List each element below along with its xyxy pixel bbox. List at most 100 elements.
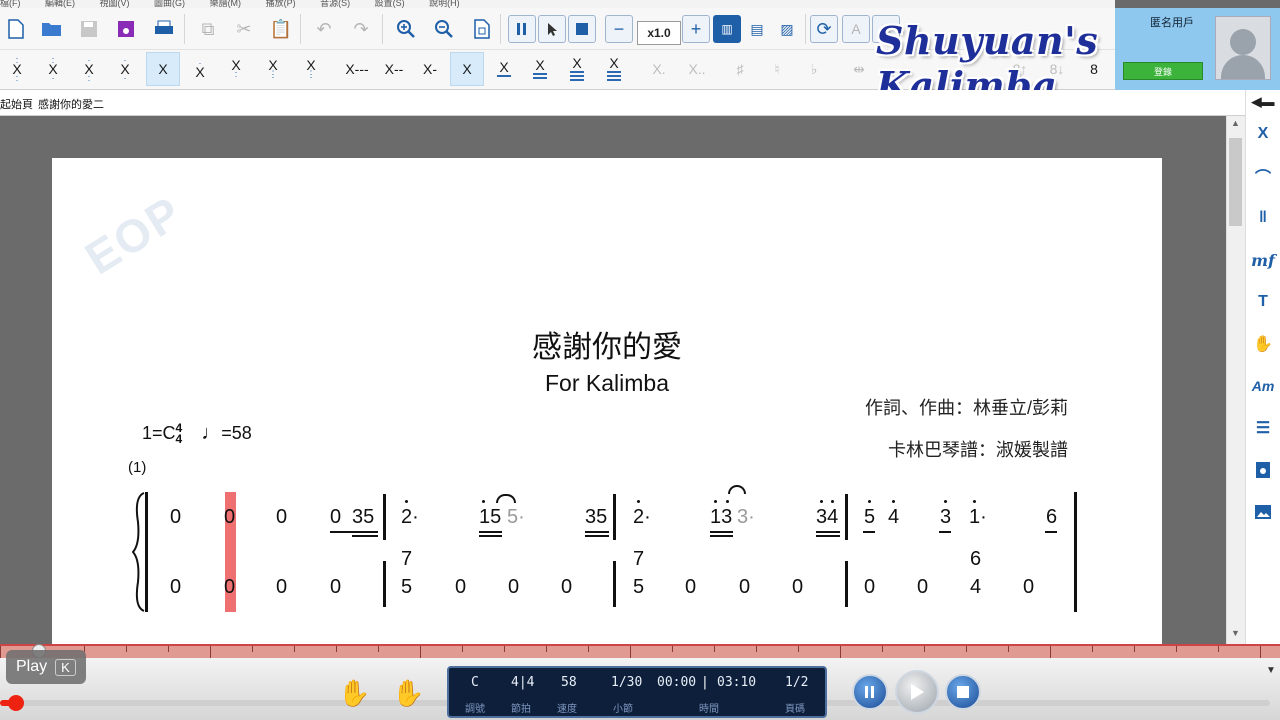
print-icon[interactable] bbox=[150, 15, 178, 43]
note[interactable]: 5 bbox=[633, 576, 644, 599]
note[interactable]: 34 bbox=[816, 506, 838, 529]
half-note-button[interactable]: X- bbox=[413, 52, 447, 86]
fermata-icon[interactable]: ⌒ bbox=[1249, 162, 1277, 190]
note[interactable]: 0 bbox=[508, 576, 519, 599]
note-dots-below2-button[interactable]: X ⋮ bbox=[256, 52, 290, 86]
pause-icon[interactable] bbox=[508, 15, 536, 43]
double-dotted-note-button[interactable]: X.. bbox=[680, 52, 714, 86]
natural-sign-button[interactable]: ♮ bbox=[760, 52, 794, 86]
half-dotted-note-button[interactable]: X-- bbox=[377, 52, 411, 86]
note[interactable]: 0 bbox=[170, 576, 181, 599]
repeat-bar-icon[interactable]: ‖ bbox=[1249, 204, 1277, 232]
note-dots-below3-button[interactable]: X ⋮ bbox=[294, 52, 328, 86]
dropdown-arrow-icon[interactable]: ▼ bbox=[1266, 665, 1276, 676]
play-shortcut-label[interactable]: Play K bbox=[6, 650, 86, 684]
note[interactable]: 7 bbox=[633, 548, 644, 571]
stop-icon[interactable] bbox=[568, 15, 596, 43]
save-icon[interactable] bbox=[75, 15, 103, 43]
open-folder-icon[interactable] bbox=[38, 15, 66, 43]
stop-button[interactable] bbox=[945, 674, 981, 710]
dynamics-icon[interactable]: mf bbox=[1249, 246, 1277, 274]
note[interactable]: 0 bbox=[792, 576, 803, 599]
speed-field[interactable]: x1.0 bbox=[637, 21, 681, 45]
note-x-icon[interactable]: X bbox=[1249, 120, 1277, 148]
collapse-arrow-icon[interactable]: ◀▬ bbox=[1249, 88, 1277, 116]
note-octave-up3-button[interactable]: :X: bbox=[0, 52, 34, 86]
copy-icon[interactable]: ⧉ bbox=[194, 15, 222, 43]
note-octave-up1-button[interactable]: · X: bbox=[72, 52, 106, 86]
rest-tool-button[interactable]: ⇹ bbox=[842, 52, 876, 86]
paste-icon[interactable]: 📋 bbox=[267, 15, 295, 43]
text-tool-icon[interactable]: T bbox=[1249, 288, 1277, 316]
scroll-thumb[interactable] bbox=[1229, 138, 1242, 226]
redo-icon[interactable]: ↷ bbox=[347, 15, 375, 43]
cut-icon[interactable]: ✂ bbox=[230, 15, 258, 43]
timeline-ruler[interactable] bbox=[0, 644, 1280, 658]
note[interactable]: 3· bbox=[737, 506, 755, 529]
eighth-note-button[interactable]: X bbox=[487, 52, 521, 86]
note-dot-below-button[interactable]: X: bbox=[219, 52, 253, 86]
menu-item-view[interactable]: 視圖(V) bbox=[100, 0, 130, 8]
note[interactable]: 0 bbox=[330, 576, 341, 599]
note[interactable]: 15 bbox=[479, 506, 501, 529]
play-cursor-icon[interactable] bbox=[538, 15, 566, 43]
refresh-icon[interactable]: ⟳ bbox=[810, 15, 838, 43]
play-button[interactable] bbox=[895, 670, 939, 714]
flat-button[interactable]: ♭ bbox=[797, 52, 831, 86]
image-icon[interactable] bbox=[1249, 498, 1277, 526]
note[interactable]: 6 bbox=[970, 548, 981, 571]
tab-score[interactable]: 感謝你的愛二 bbox=[38, 96, 104, 112]
note[interactable]: 0 bbox=[276, 576, 287, 599]
chord-icon[interactable]: Am bbox=[1249, 372, 1277, 400]
menu-item-file[interactable]: 檔(F) bbox=[0, 0, 21, 8]
sharp-button[interactable]: ♯ bbox=[723, 52, 757, 86]
note[interactable]: 3 bbox=[940, 506, 951, 529]
lyrics-list-icon[interactable]: ☰ bbox=[1249, 414, 1277, 442]
fit-page-icon[interactable] bbox=[468, 15, 496, 43]
font-a-icon[interactable]: A bbox=[842, 15, 870, 43]
note-dot-above-button[interactable]: · X bbox=[183, 52, 217, 86]
note[interactable]: 13 bbox=[710, 506, 732, 529]
note[interactable]: 1· bbox=[969, 506, 987, 529]
sixtyfourth-note-button[interactable]: X bbox=[597, 52, 631, 86]
menu-item-sound[interactable]: 音源(S) bbox=[320, 0, 350, 8]
note[interactable]: 0 bbox=[917, 576, 928, 599]
note[interactable]: 0 bbox=[224, 576, 235, 599]
thirtysecond-note-button[interactable]: X bbox=[560, 52, 594, 86]
note[interactable]: 6 bbox=[1046, 506, 1057, 529]
note[interactable]: 35 bbox=[585, 506, 607, 529]
note[interactable]: 0 bbox=[330, 506, 341, 529]
note[interactable]: 0 bbox=[276, 506, 287, 529]
menu-item-graph[interactable]: 圖曲(G) bbox=[154, 0, 185, 8]
new-file-icon[interactable] bbox=[2, 15, 30, 43]
whole-note-button[interactable]: X--- bbox=[338, 52, 376, 86]
score-image-icon[interactable]: ▨ bbox=[773, 15, 801, 43]
note[interactable]: 0 bbox=[739, 576, 750, 599]
note[interactable]: 4 bbox=[970, 576, 981, 599]
progress-knob[interactable] bbox=[8, 695, 24, 711]
note[interactable]: 5 bbox=[401, 576, 412, 599]
scroll-up-icon[interactable]: ▲ bbox=[1231, 118, 1240, 128]
note[interactable]: 0 bbox=[864, 576, 875, 599]
note[interactable]: 0 bbox=[170, 506, 181, 529]
note[interactable]: 0 bbox=[685, 576, 696, 599]
note[interactable]: 0 bbox=[1023, 576, 1034, 599]
menu-item-play[interactable]: 播放(P) bbox=[266, 0, 296, 8]
note[interactable]: 35 bbox=[352, 506, 374, 529]
pause-button[interactable] bbox=[852, 674, 888, 710]
right-hand-icon[interactable]: ✋ bbox=[392, 678, 424, 709]
note-natural-button[interactable]: X bbox=[146, 52, 180, 86]
zoom-out-icon[interactable] bbox=[430, 15, 458, 43]
vertical-scrollbar[interactable]: ▲ ▼ bbox=[1226, 116, 1245, 644]
note[interactable]: 0 bbox=[224, 506, 235, 529]
left-hand-icon[interactable]: ✋ bbox=[338, 678, 370, 709]
dotted-note-button[interactable]: X. bbox=[642, 52, 676, 86]
save-as-icon[interactable] bbox=[112, 15, 140, 43]
menu-item-edit[interactable]: 編輯(E) bbox=[45, 0, 75, 8]
undo-icon[interactable]: ↶ bbox=[310, 15, 338, 43]
hand-icon[interactable]: ✋ bbox=[1249, 330, 1277, 358]
quarter-note-button[interactable]: X bbox=[450, 52, 484, 86]
zoom-in-icon[interactable] bbox=[392, 15, 420, 43]
export-icon[interactable] bbox=[1249, 456, 1277, 484]
note[interactable]: 4 bbox=[888, 506, 899, 529]
